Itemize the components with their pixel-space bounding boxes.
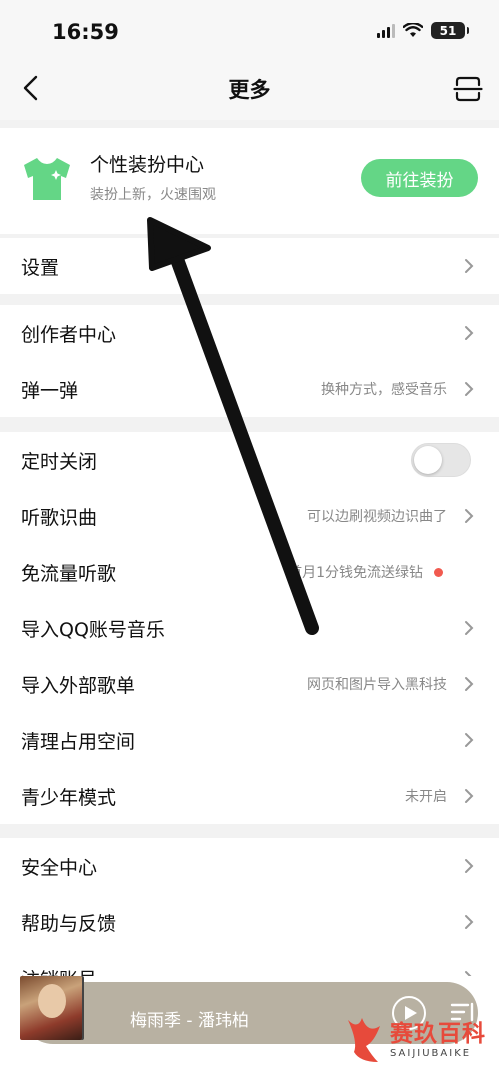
notification-dot — [434, 567, 443, 577]
row-label: 定时关闭 — [21, 450, 98, 473]
row-label: 弹一弹 — [21, 379, 79, 402]
song-recognition-row[interactable]: 听歌识曲 可以边刷视频边识曲了 — [0, 488, 499, 544]
clear-storage-row[interactable]: 清理占用空间 — [0, 712, 499, 768]
settings-section: 设置 — [0, 238, 499, 294]
album-cover-portrait — [38, 984, 66, 1018]
status-icons: 51 — [377, 22, 469, 39]
teen-mode-row[interactable]: 青少年模式 未开启 — [0, 768, 499, 824]
row-value: 可以边刷视频边识曲了 — [307, 509, 447, 525]
row-label: 青少年模式 — [21, 786, 117, 809]
nav-bar: 更多 — [0, 58, 499, 120]
creator-center-row[interactable]: 创作者中心 — [0, 305, 499, 361]
chevron-right-icon — [465, 509, 474, 523]
sleep-timer-toggle[interactable] — [411, 443, 471, 477]
import-qq-music-row[interactable]: 导入QQ账号音乐 — [0, 600, 499, 656]
chevron-right-icon — [465, 259, 474, 273]
row-label: 免流量听歌 — [21, 562, 117, 585]
go-dress-up-button[interactable]: 前往装扮 — [361, 159, 478, 197]
watermark-sub: SAIJIUBAIKE — [390, 1048, 472, 1059]
tshirt-icon — [24, 158, 70, 200]
row-label: 导入QQ账号音乐 — [21, 618, 165, 641]
skin-center-card[interactable]: 个性装扮中心 装扮上新，火速围观 前往装扮 — [0, 128, 499, 234]
watermark: 赛玖百科 SAIJIUBAIKE — [344, 1008, 494, 1074]
security-center-row[interactable]: 安全中心 — [0, 838, 499, 894]
row-value: 网页和图片导入黑科技 — [307, 677, 447, 693]
skin-center-subtitle: 装扮上新，火速围观 — [90, 187, 216, 203]
chevron-right-icon — [465, 859, 474, 873]
cellular-signal-icon — [377, 23, 395, 38]
tools-section: 定时关闭 听歌识曲 可以边刷视频边识曲了 免流量听歌 首月1分钱免流送绿钻 导入… — [0, 432, 499, 824]
chevron-right-icon — [465, 789, 474, 803]
row-value: 未开启 — [405, 789, 447, 805]
row-label: 创作者中心 — [21, 323, 117, 346]
chevron-right-icon — [465, 677, 474, 691]
chevron-right-icon — [465, 326, 474, 340]
free-data-listening-row[interactable]: 免流量听歌 首月1分钱免流送绿钻 — [0, 544, 499, 600]
watermark-brand: 赛玖百科 — [390, 1021, 486, 1047]
album-cover[interactable] — [20, 976, 82, 1040]
chevron-right-icon — [465, 621, 474, 635]
status-time: 16:59 — [52, 20, 119, 44]
chevron-right-icon — [465, 733, 474, 747]
wifi-icon — [403, 23, 423, 37]
account-section: 安全中心 帮助与反馈 注销账号 — [0, 838, 499, 991]
now-playing-title: 梅雨季 - 潘玮柏 — [130, 1011, 249, 1031]
help-feedback-row[interactable]: 帮助与反馈 — [0, 894, 499, 950]
import-external-playlist-row[interactable]: 导入外部歌单 网页和图片导入黑科技 — [0, 656, 499, 712]
chevron-right-icon — [465, 382, 474, 396]
page-title: 更多 — [228, 78, 271, 102]
row-value: 首月1分钱免流送绿钻 — [288, 565, 423, 581]
row-label: 设置 — [21, 256, 60, 279]
chevron-right-icon — [465, 915, 474, 929]
sleep-timer-row[interactable]: 定时关闭 — [0, 432, 499, 488]
row-label: 导入外部歌单 — [21, 674, 136, 697]
battery-icon: 51 — [431, 22, 469, 39]
scan-icon[interactable] — [453, 74, 483, 104]
creator-section: 创作者中心 弹一弹 换种方式，感受音乐 — [0, 305, 499, 417]
skin-center-title: 个性装扮中心 — [90, 154, 205, 176]
row-value: 换种方式，感受音乐 — [321, 382, 447, 398]
row-label: 清理占用空间 — [21, 730, 136, 753]
settings-row[interactable]: 设置 — [0, 238, 499, 294]
row-label: 安全中心 — [21, 856, 98, 879]
whale-tail-logo-icon — [348, 1018, 380, 1062]
status-bar: 16:59 51 — [0, 0, 499, 58]
tan-yi-tan-row[interactable]: 弹一弹 换种方式，感受音乐 — [0, 361, 499, 417]
row-label: 帮助与反馈 — [21, 912, 117, 935]
row-label: 听歌识曲 — [21, 506, 98, 529]
